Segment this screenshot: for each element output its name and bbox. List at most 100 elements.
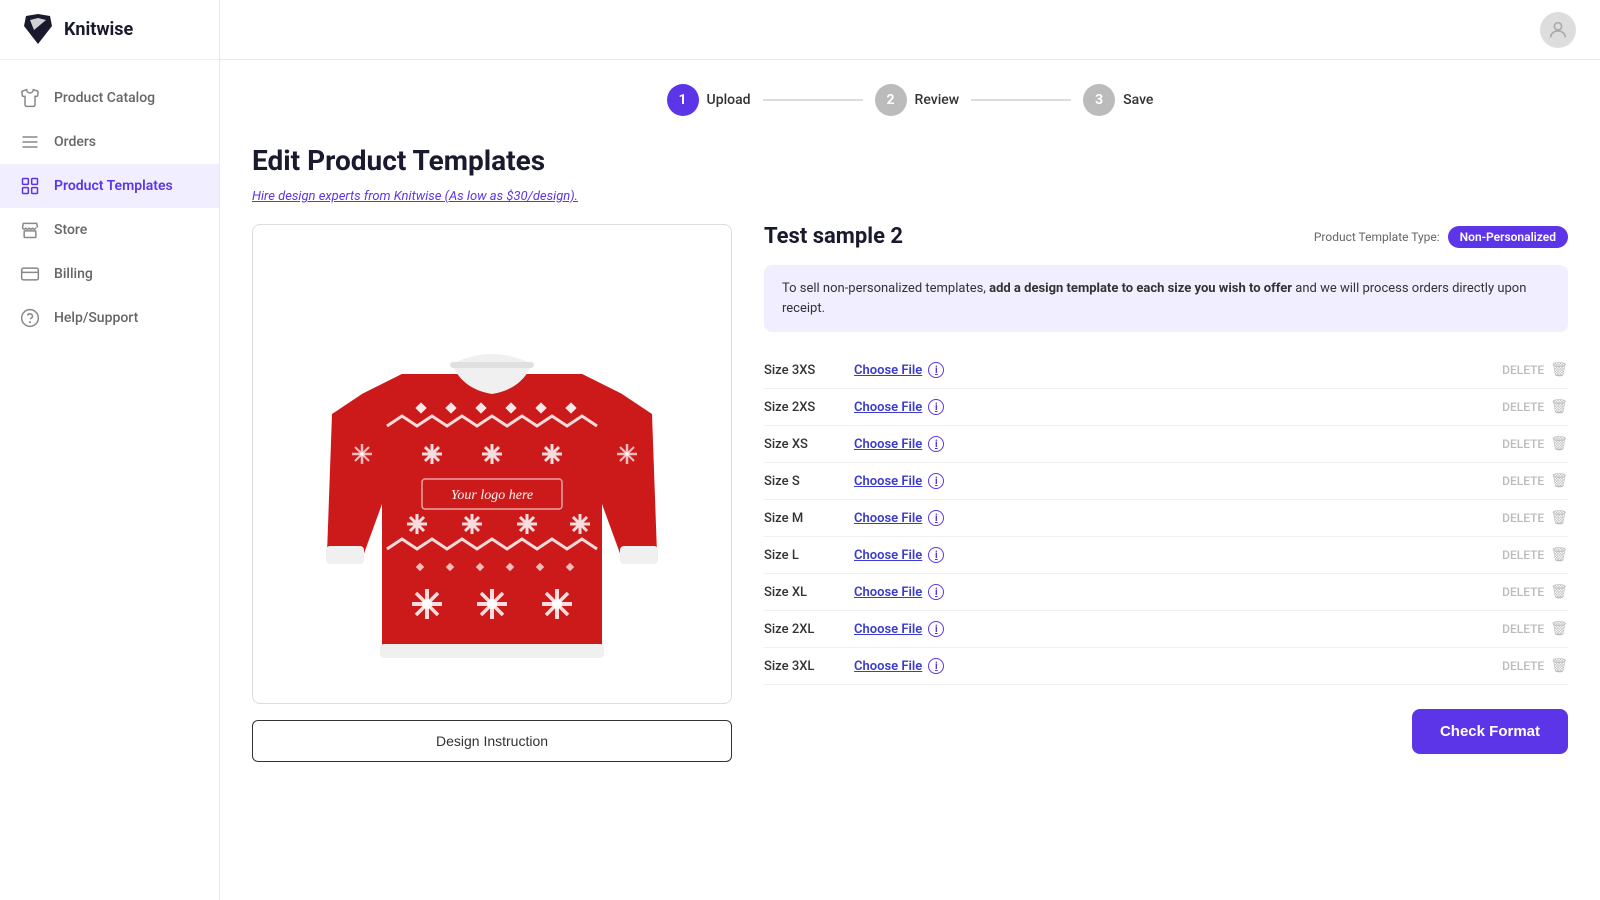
table-row: Size L Choose File i DELETE 🗑: [764, 537, 1568, 574]
sizes-container: Test sample 2 Product Template Type: Non…: [764, 224, 1568, 754]
delete-button-2[interactable]: DELETE 🗑: [1502, 436, 1568, 452]
choose-file-link-5[interactable]: Choose File i: [854, 547, 1502, 563]
step-3-label: Save: [1123, 92, 1153, 108]
info-icon[interactable]: i: [928, 362, 944, 378]
choose-file-link-8[interactable]: Choose File i: [854, 658, 1502, 674]
choose-file-text: Choose File: [854, 437, 922, 452]
product-header: Test sample 2 Product Template Type: Non…: [764, 224, 1568, 249]
info-icon[interactable]: i: [928, 510, 944, 526]
logo: Knitwise: [0, 0, 219, 60]
sidebar-item-help-support[interactable]: Help/Support: [0, 296, 219, 340]
delete-button-0[interactable]: DELETE 🗑: [1502, 362, 1568, 378]
info-icon[interactable]: i: [928, 399, 944, 415]
sidebar-item-label: Billing: [54, 266, 93, 282]
action-bar: Check Format: [764, 685, 1568, 754]
delete-button-4[interactable]: DELETE 🗑: [1502, 510, 1568, 526]
choose-file-text: Choose File: [854, 622, 922, 637]
step-line-2: [971, 99, 1071, 101]
table-row: Size XL Choose File i DELETE 🗑: [764, 574, 1568, 611]
sidebar-item-product-templates[interactable]: Product Templates: [0, 164, 219, 208]
delete-button-6[interactable]: DELETE 🗑: [1502, 584, 1568, 600]
delete-label: DELETE: [1502, 511, 1544, 525]
sidebar-item-billing[interactable]: Billing: [0, 252, 219, 296]
step-1-label: Upload: [707, 92, 751, 108]
delete-label: DELETE: [1502, 585, 1544, 599]
sidebar-item-label: Product Templates: [54, 178, 173, 194]
size-rows-container: Size 3XS Choose File i DELETE 🗑 Size 2XS…: [764, 352, 1568, 685]
help-icon: [20, 308, 40, 328]
trash-icon: 🗑: [1550, 547, 1568, 563]
choose-file-link-7[interactable]: Choose File i: [854, 621, 1502, 637]
table-row: Size XS Choose File i DELETE 🗑: [764, 426, 1568, 463]
choose-file-text: Choose File: [854, 548, 922, 563]
delete-button-1[interactable]: DELETE 🗑: [1502, 399, 1568, 415]
design-instruction-button[interactable]: Design Instruction: [252, 720, 732, 762]
info-icon[interactable]: i: [928, 436, 944, 452]
delete-button-7[interactable]: DELETE 🗑: [1502, 621, 1568, 637]
content-area: 1 Upload 2 Review 3 Save Edit Product Te…: [220, 60, 1600, 900]
info-icon[interactable]: i: [928, 547, 944, 563]
info-box: To sell non-personalized templates, add …: [764, 265, 1568, 332]
avatar[interactable]: [1540, 12, 1576, 48]
choose-file-text: Choose File: [854, 400, 922, 415]
size-label: Size XS: [764, 437, 854, 452]
choose-file-link-3[interactable]: Choose File i: [854, 473, 1502, 489]
step-1-circle: 1: [667, 84, 699, 116]
size-label: Size 3XL: [764, 659, 854, 674]
choose-file-link-6[interactable]: Choose File i: [854, 584, 1502, 600]
info-icon[interactable]: i: [928, 473, 944, 489]
info-icon[interactable]: i: [928, 621, 944, 637]
trash-icon: 🗑: [1550, 436, 1568, 452]
logo-text: Knitwise: [64, 19, 133, 40]
hire-link[interactable]: Hire design experts from Knitwise (As lo…: [252, 189, 578, 204]
size-label: Size M: [764, 511, 854, 526]
sidebar-item-orders[interactable]: Orders: [0, 120, 219, 164]
product-image-box: Your logo here: [252, 224, 732, 704]
sidebar-item-product-catalog[interactable]: Product Catalog: [0, 76, 219, 120]
size-label: Size XL: [764, 585, 854, 600]
choose-file-link-1[interactable]: Choose File i: [854, 399, 1502, 415]
trash-icon: 🗑: [1550, 584, 1568, 600]
check-format-button[interactable]: Check Format: [1412, 709, 1568, 754]
shirt-icon: [20, 88, 40, 108]
choose-file-link-2[interactable]: Choose File i: [854, 436, 1502, 452]
trash-icon: 🗑: [1550, 658, 1568, 674]
table-row: Size M Choose File i DELETE 🗑: [764, 500, 1568, 537]
info-icon[interactable]: i: [928, 658, 944, 674]
choose-file-text: Choose File: [854, 474, 922, 489]
store-icon: [20, 220, 40, 240]
product-name: Test sample 2: [764, 224, 903, 249]
table-row: Size 2XL Choose File i DELETE 🗑: [764, 611, 1568, 648]
billing-icon: [20, 264, 40, 284]
info-icon[interactable]: i: [928, 584, 944, 600]
template-type-wrapper: Product Template Type: Non-Personalized: [1314, 226, 1568, 248]
svg-text:Your logo here: Your logo here: [451, 488, 533, 503]
delete-button-3[interactable]: DELETE 🗑: [1502, 473, 1568, 489]
product-image-container: Your logo here: [252, 224, 732, 762]
table-row: Size S Choose File i DELETE 🗑: [764, 463, 1568, 500]
delete-button-8[interactable]: DELETE 🗑: [1502, 658, 1568, 674]
trash-icon: 🗑: [1550, 399, 1568, 415]
choose-file-link-4[interactable]: Choose File i: [854, 510, 1502, 526]
delete-button-5[interactable]: DELETE 🗑: [1502, 547, 1568, 563]
sidebar-item-store[interactable]: Store: [0, 208, 219, 252]
delete-label: DELETE: [1502, 659, 1544, 673]
table-row: Size 3XL Choose File i DELETE 🗑: [764, 648, 1568, 685]
step-2-label: Review: [915, 92, 960, 108]
choose-file-text: Choose File: [854, 511, 922, 526]
sidebar-item-label: Store: [54, 222, 87, 238]
delete-label: DELETE: [1502, 548, 1544, 562]
page-title: Edit Product Templates: [252, 144, 1568, 177]
choose-file-link-0[interactable]: Choose File i: [854, 362, 1502, 378]
delete-label: DELETE: [1502, 363, 1544, 377]
choose-file-text: Choose File: [854, 585, 922, 600]
size-label: Size L: [764, 548, 854, 563]
delete-label: DELETE: [1502, 474, 1544, 488]
trash-icon: 🗑: [1550, 621, 1568, 637]
choose-file-text: Choose File: [854, 659, 922, 674]
table-row: Size 2XS Choose File i DELETE 🗑: [764, 389, 1568, 426]
delete-label: DELETE: [1502, 437, 1544, 451]
trash-icon: 🗑: [1550, 473, 1568, 489]
step-2-circle: 2: [875, 84, 907, 116]
sidebar-nav: Product Catalog Orders Product Templates: [0, 60, 219, 900]
